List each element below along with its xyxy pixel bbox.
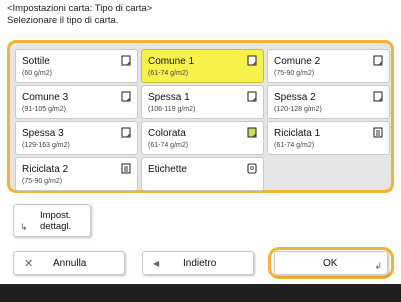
plain-paper-icon <box>373 91 384 102</box>
paper-type-etichette[interactable]: Etichette <box>141 157 264 191</box>
paper-type-name: Riciclata 1 <box>274 128 321 139</box>
paper-type-weight: (91-105 g/m2) <box>22 106 66 113</box>
cancel-label: Annulla <box>53 258 87 269</box>
paper-type-weight: (61-74 g/m2) <box>148 70 189 77</box>
ok-label: OK <box>323 258 338 269</box>
paper-type-grid: Sottile (60 g/m2) Comune 1 (61-74 g/m2) … <box>7 40 394 193</box>
paper-type-name: Comune 3 <box>22 92 69 103</box>
plain-paper-icon <box>121 127 132 138</box>
corner-arrow-icon: ↳ <box>20 222 28 232</box>
paper-type-weight: (61-74 g/m2) <box>148 142 189 149</box>
back-label: Indietro <box>183 258 217 269</box>
plain-paper-icon <box>121 91 132 102</box>
label-paper-icon <box>247 163 258 174</box>
screen-instruction: Selezionare il tipo di carta. <box>7 15 119 26</box>
colored-paper-icon <box>247 127 258 138</box>
paper-type-name: Comune 2 <box>274 56 321 67</box>
ok-focus-frame: OK ↲ <box>268 247 394 279</box>
paper-type-name: Sottile <box>22 56 50 67</box>
ok-button[interactable]: OK ↲ <box>274 251 388 275</box>
paper-type-name: Spessa 2 <box>274 92 316 103</box>
paper-type-weight: (75-90 g/m2) <box>22 178 63 185</box>
paper-type-weight: (129-163 g/m2) <box>22 142 70 149</box>
recycled-paper-icon <box>373 127 384 138</box>
paper-type-weight: (106-119 g/m2) <box>148 106 196 113</box>
paper-type-name: Riciclata 2 <box>22 164 69 175</box>
paper-type-riciclata-2[interactable]: Riciclata 2 (75-90 g/m2) <box>15 157 138 191</box>
paper-type-weight: (61-74 g/m2) <box>274 142 315 149</box>
corner-arrow-icon: ↲ <box>374 261 382 271</box>
paper-type-weight: (60 g/m2) <box>22 70 52 77</box>
paper-type-riciclata-1[interactable]: Riciclata 1 (61-74 g/m2) <box>267 121 390 155</box>
paper-type-name: Comune 1 <box>148 56 195 67</box>
status-bar <box>0 284 401 302</box>
paper-type-name: Colorata <box>148 128 186 139</box>
detail-settings-label: Impost. dettagl. <box>40 210 71 232</box>
paper-type-comune-2[interactable]: Comune 2 (75-90 g/m2) <box>267 49 390 83</box>
cancel-button[interactable]: ✕ Annulla <box>13 251 125 275</box>
paper-type-spessa-1[interactable]: Spessa 1 (106-119 g/m2) <box>141 85 264 119</box>
paper-type-weight: (120-128 g/m2) <box>274 106 322 113</box>
paper-type-name: Spessa 1 <box>148 92 190 103</box>
recycled-paper-icon <box>121 163 132 174</box>
paper-type-colorata[interactable]: Colorata (61-74 g/m2) <box>141 121 264 155</box>
detail-settings-label-line2: dettagl. <box>40 221 72 232</box>
back-button[interactable]: ◀ Indietro <box>142 251 254 275</box>
plain-paper-icon <box>247 55 258 66</box>
plain-paper-icon <box>373 55 384 66</box>
screen-header: <Impostazioni carta: Tipo di carta> Sele… <box>7 3 397 27</box>
paper-type-name: Etichette <box>148 164 187 175</box>
paper-type-spessa-3[interactable]: Spessa 3 (129-163 g/m2) <box>15 121 138 155</box>
back-arrow-icon: ◀ <box>153 259 160 268</box>
screen-title: <Impostazioni carta: Tipo di carta> <box>7 3 153 14</box>
paper-type-weight: (75-90 g/m2) <box>274 70 315 77</box>
paper-type-comune-1[interactable]: Comune 1 (61-74 g/m2) <box>141 49 264 83</box>
detail-settings-button[interactable]: ↳ Impost. dettagl. <box>13 204 91 237</box>
plain-paper-icon <box>121 55 132 66</box>
paper-type-spessa-2[interactable]: Spessa 2 (120-128 g/m2) <box>267 85 390 119</box>
paper-type-comune-3[interactable]: Comune 3 (91-105 g/m2) <box>15 85 138 119</box>
plain-paper-icon <box>247 91 258 102</box>
detail-settings-label-line1: Impost. <box>40 210 72 221</box>
paper-type-name: Spessa 3 <box>22 128 64 139</box>
close-icon: ✕ <box>24 258 34 270</box>
paper-type-sottile[interactable]: Sottile (60 g/m2) <box>15 49 138 83</box>
